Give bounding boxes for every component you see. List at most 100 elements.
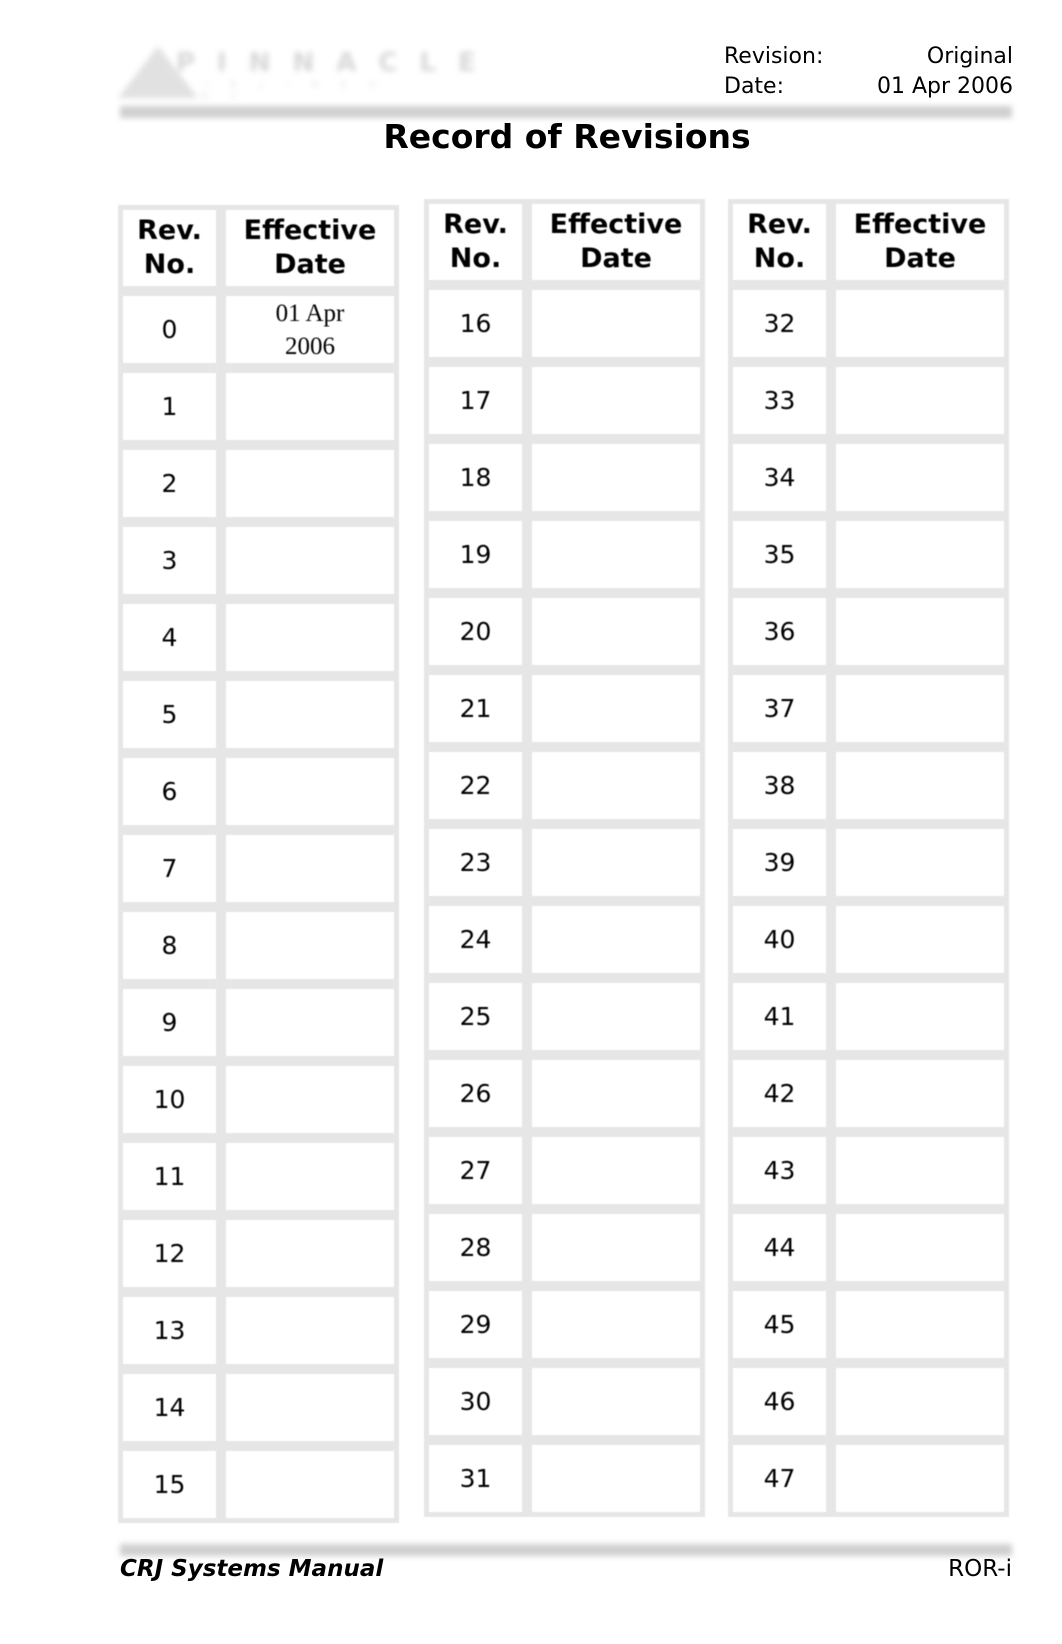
rev-number: 41 bbox=[728, 978, 831, 1055]
effective-date[interactable] bbox=[831, 670, 1009, 747]
effective-date[interactable] bbox=[527, 1440, 705, 1517]
effective-date[interactable] bbox=[527, 593, 705, 670]
logo-subtext: AIRLINES INC bbox=[176, 80, 398, 102]
effective-date[interactable] bbox=[221, 522, 399, 599]
table-row: 13 bbox=[118, 1292, 399, 1369]
table-row: 35 bbox=[728, 516, 1009, 593]
revision-table-2: Rev. No. Effective Date 16 17 18 19 20 21 22 23 24 25… bbox=[424, 199, 705, 1517]
effective-date[interactable] bbox=[527, 1286, 705, 1363]
effective-date[interactable] bbox=[527, 1132, 705, 1209]
effective-date[interactable] bbox=[527, 978, 705, 1055]
rev-number: 23 bbox=[424, 824, 527, 901]
table-row: 17 bbox=[424, 362, 705, 439]
rev-number: 18 bbox=[424, 439, 527, 516]
table-row: 22 bbox=[424, 747, 705, 824]
rev-number: 9 bbox=[118, 984, 221, 1061]
rev-number: 17 bbox=[424, 362, 527, 439]
revision-label: Revision: bbox=[724, 44, 824, 69]
rev-number: 22 bbox=[424, 747, 527, 824]
effective-date[interactable] bbox=[221, 1138, 399, 1215]
effective-date[interactable] bbox=[831, 1286, 1009, 1363]
effective-date[interactable] bbox=[221, 1215, 399, 1292]
effective-date[interactable] bbox=[831, 516, 1009, 593]
effective-date[interactable] bbox=[831, 824, 1009, 901]
effective-date[interactable] bbox=[831, 1132, 1009, 1209]
rev-number: 6 bbox=[118, 753, 221, 830]
effective-date[interactable] bbox=[831, 1055, 1009, 1132]
effective-date[interactable] bbox=[831, 978, 1009, 1055]
effective-date[interactable] bbox=[831, 901, 1009, 978]
table-header-row: Rev. No. Effective Date bbox=[728, 199, 1009, 285]
rev-number: 38 bbox=[728, 747, 831, 824]
rev-number: 21 bbox=[424, 670, 527, 747]
effective-date[interactable] bbox=[831, 593, 1009, 670]
effective-date[interactable] bbox=[221, 830, 399, 907]
effective-date[interactable] bbox=[527, 285, 705, 362]
logo-text: PINNACLE bbox=[176, 48, 498, 78]
rev-number: 33 bbox=[728, 362, 831, 439]
effective-date[interactable] bbox=[527, 747, 705, 824]
page-title: Record of Revisions bbox=[383, 117, 751, 156]
table-row: 36 bbox=[728, 593, 1009, 670]
effective-date[interactable] bbox=[527, 439, 705, 516]
revision-row: Revision: Original bbox=[724, 42, 1013, 72]
rev-number: 10 bbox=[118, 1061, 221, 1138]
table-row: 20 bbox=[424, 593, 705, 670]
rev-number: 34 bbox=[728, 439, 831, 516]
rev-number: 7 bbox=[118, 830, 221, 907]
effective-date[interactable] bbox=[221, 1061, 399, 1138]
table-row: 29 bbox=[424, 1286, 705, 1363]
table-row: 26 bbox=[424, 1055, 705, 1132]
effective-date[interactable] bbox=[527, 901, 705, 978]
table-row: 24 bbox=[424, 901, 705, 978]
table-row: 9 bbox=[118, 984, 399, 1061]
effective-date[interactable] bbox=[527, 1209, 705, 1286]
rev-number: 39 bbox=[728, 824, 831, 901]
table-row: 38 bbox=[728, 747, 1009, 824]
effective-date[interactable] bbox=[221, 599, 399, 676]
effective-date[interactable] bbox=[221, 1292, 399, 1369]
effective-date[interactable] bbox=[831, 1440, 1009, 1517]
table-row: 37 bbox=[728, 670, 1009, 747]
effective-date[interactable] bbox=[221, 753, 399, 830]
rev-number: 32 bbox=[728, 285, 831, 362]
effective-date[interactable] bbox=[221, 984, 399, 1061]
table-row: 8 bbox=[118, 907, 399, 984]
effective-date[interactable] bbox=[527, 1055, 705, 1132]
effective-date[interactable] bbox=[831, 1209, 1009, 1286]
rev-number: 13 bbox=[118, 1292, 221, 1369]
effective-date[interactable] bbox=[527, 1363, 705, 1440]
effective-date[interactable] bbox=[527, 824, 705, 901]
rev-number: 46 bbox=[728, 1363, 831, 1440]
rev-number: 15 bbox=[118, 1446, 221, 1523]
effective-date[interactable] bbox=[221, 1369, 399, 1446]
effective-date[interactable] bbox=[527, 516, 705, 593]
rev-number: 45 bbox=[728, 1286, 831, 1363]
date-value: 01 Apr 2006 bbox=[876, 74, 1013, 99]
effective-date-header: Effective Date bbox=[221, 205, 399, 291]
rev-no-header: Rev. No. bbox=[118, 205, 221, 291]
table-row: 34 bbox=[728, 439, 1009, 516]
date-label: Date: bbox=[724, 74, 784, 99]
table-row: 23 bbox=[424, 824, 705, 901]
effective-date[interactable] bbox=[831, 362, 1009, 439]
rev-number: 20 bbox=[424, 593, 527, 670]
revision-table: Rev. No. Effective Date 0 01 Apr 2006 1 2 3 4 5 6 7 8 9… bbox=[118, 205, 399, 1523]
effective-date[interactable] bbox=[221, 1446, 399, 1523]
effective-date[interactable] bbox=[831, 439, 1009, 516]
effective-date[interactable] bbox=[221, 907, 399, 984]
table-row: 43 bbox=[728, 1132, 1009, 1209]
rev-number: 42 bbox=[728, 1055, 831, 1132]
effective-date[interactable]: 01 Apr 2006 bbox=[221, 291, 399, 368]
rev-number: 28 bbox=[424, 1209, 527, 1286]
effective-date[interactable] bbox=[221, 445, 399, 522]
effective-date[interactable] bbox=[221, 676, 399, 753]
effective-date[interactable] bbox=[221, 368, 399, 445]
effective-date[interactable] bbox=[831, 1363, 1009, 1440]
rev-number: 44 bbox=[728, 1209, 831, 1286]
effective-date[interactable] bbox=[527, 362, 705, 439]
effective-date[interactable] bbox=[831, 747, 1009, 824]
rev-number: 35 bbox=[728, 516, 831, 593]
effective-date[interactable] bbox=[831, 285, 1009, 362]
effective-date[interactable] bbox=[527, 670, 705, 747]
